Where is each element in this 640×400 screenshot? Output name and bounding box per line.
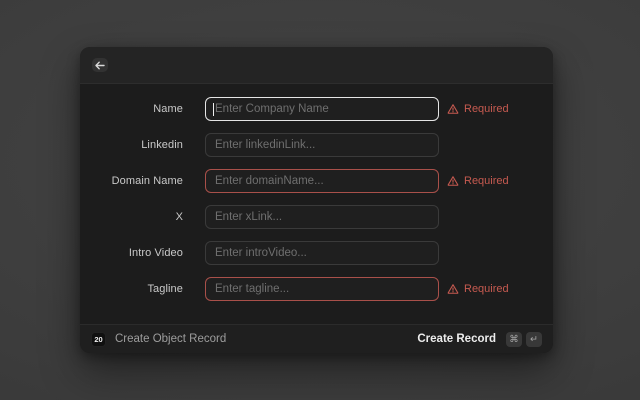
required-label: Required (464, 283, 509, 295)
x-field-label: X (80, 211, 183, 223)
domain-name-required-badge: Required (447, 175, 509, 187)
twenty-app-icon: 20 (91, 332, 106, 347)
form-row-linkedin: Linkedin (80, 133, 553, 157)
intro-video-input-box (205, 241, 439, 265)
tagline-input[interactable] (206, 278, 438, 300)
window-header (80, 47, 553, 84)
form-row-tagline: Tagline Required (80, 277, 553, 301)
linkedin-input-box (205, 133, 439, 157)
back-arrow-icon (95, 61, 105, 70)
form-row-x: X (80, 205, 553, 229)
create-record-button[interactable]: Create Record (417, 333, 496, 345)
x-input[interactable] (206, 206, 438, 228)
command-title: Create Object Record (115, 333, 226, 345)
tagline-required-badge: Required (447, 283, 509, 295)
text-cursor (213, 103, 214, 116)
create-object-record-window: Name Required Linkedin (80, 47, 553, 353)
warning-icon (447, 175, 459, 187)
tagline-field-label: Tagline (80, 283, 183, 295)
window-footer: 20 Create Object Record Create Record ⌘ … (80, 324, 553, 353)
command-key-icon: ⌘ (506, 332, 522, 347)
form-row-domain-name: Domain Name Required (80, 169, 553, 193)
linkedin-field-label: Linkedin (80, 139, 183, 151)
intro-video-field-label: Intro Video (80, 247, 183, 259)
required-label: Required (464, 175, 509, 187)
tagline-input-box (205, 277, 439, 301)
domain-name-input-box (205, 169, 439, 193)
warning-icon (447, 103, 459, 115)
name-field-label: Name (80, 103, 183, 115)
domain-name-input[interactable] (206, 170, 438, 192)
intro-video-input[interactable] (206, 242, 438, 264)
warning-icon (447, 283, 459, 295)
form-row-intro-video: Intro Video (80, 241, 553, 265)
create-record-form: Name Required Linkedin (80, 84, 553, 324)
linkedin-input[interactable] (206, 134, 438, 156)
name-input[interactable] (206, 98, 438, 120)
name-required-badge: Required (447, 103, 509, 115)
footer-actions: Create Record ⌘ ↵ (417, 332, 542, 347)
desktop-background: Name Required Linkedin (0, 0, 640, 400)
name-input-box (205, 97, 439, 121)
domain-name-field-label: Domain Name (80, 175, 183, 187)
required-label: Required (464, 103, 509, 115)
back-button[interactable] (92, 58, 108, 72)
enter-key-icon: ↵ (526, 332, 542, 347)
form-row-name: Name Required (80, 97, 553, 121)
x-input-box (205, 205, 439, 229)
footer-command-info: 20 Create Object Record (91, 332, 226, 347)
